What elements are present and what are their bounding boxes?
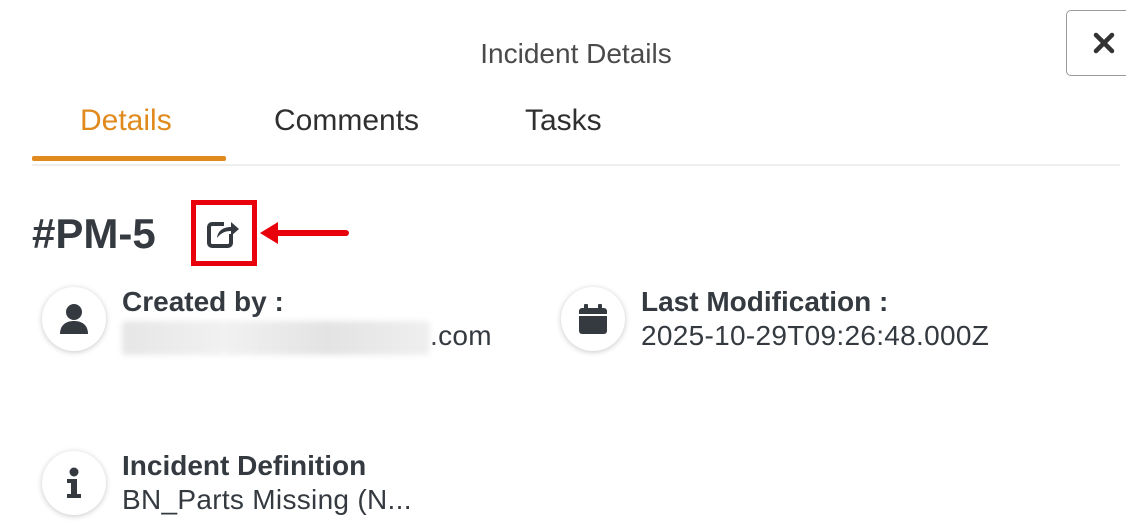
last-modification-label: Last Modification :: [641, 286, 889, 317]
dialog-title: Incident Details: [480, 38, 672, 69]
active-tab-indicator: [32, 156, 226, 161]
tab-tasks[interactable]: Tasks: [525, 104, 602, 138]
created-by-avatar: [42, 287, 106, 351]
annotation-arrow: [260, 222, 349, 244]
incident-id: #PM-5: [32, 210, 156, 257]
redacted-email: [122, 320, 430, 355]
tab-comments[interactable]: Comments: [274, 104, 419, 138]
share-button[interactable]: [191, 200, 257, 266]
incident-definition-label: Incident Definition: [122, 450, 367, 481]
info-icon: [67, 467, 81, 498]
incident-definition-avatar: [42, 451, 106, 515]
incident-definition-value: BN_Parts Missing (N...: [122, 484, 412, 515]
last-modification-avatar: [561, 287, 625, 351]
created-by-value: .com: [122, 320, 492, 355]
tab-bar: Details Comments Tasks: [32, 100, 1120, 166]
last-modification-value: 2025-10-29T09:26:48.000Z: [641, 320, 990, 351]
share-icon: [207, 220, 240, 248]
tab-details[interactable]: Details: [80, 104, 172, 138]
email-domain-suffix: .com: [430, 320, 492, 351]
calendar-icon: [579, 304, 607, 334]
user-icon: [60, 304, 88, 334]
created-by-label: Created by :: [122, 286, 284, 317]
